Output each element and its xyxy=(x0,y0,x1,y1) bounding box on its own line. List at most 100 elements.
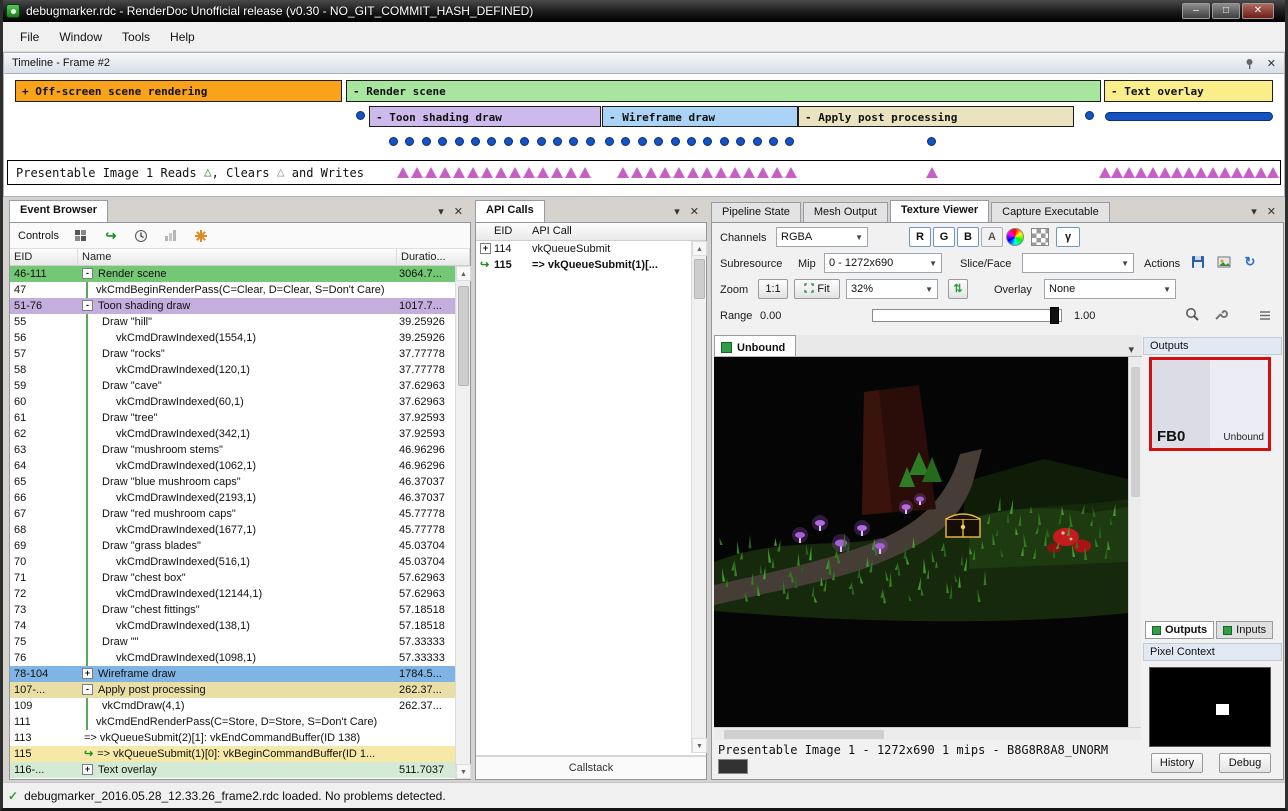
event-row[interactable]: 113=> vkQueueSubmit(2)[1]: vkEndCommandB… xyxy=(10,730,455,746)
usage-triangle[interactable] xyxy=(701,167,713,178)
usage-triangle[interactable] xyxy=(579,167,591,178)
event-row[interactable]: 55Draw "hill"39.25926 xyxy=(10,314,455,330)
tab-mesh-output[interactable]: Mesh Output xyxy=(803,202,888,222)
usage-triangle[interactable] xyxy=(1183,167,1195,178)
usage-triangle[interactable] xyxy=(1171,167,1183,178)
event-row[interactable]: 72vkCmdDrawIndexed(12144,1)57.62963 xyxy=(10,586,455,602)
event-row[interactable]: 59Draw "cave"37.62963 xyxy=(10,378,455,394)
tab-pipeline-state[interactable]: Pipeline State xyxy=(711,202,801,222)
event-dot[interactable] xyxy=(389,137,398,146)
usage-triangle[interactable] xyxy=(1123,167,1135,178)
preview-vertical-scrollbar[interactable] xyxy=(1128,357,1141,727)
event-dot[interactable] xyxy=(720,137,729,146)
event-row[interactable]: 64vkCmdDrawIndexed(1062,1)46.96296 xyxy=(10,458,455,474)
event-dot[interactable] xyxy=(753,137,762,146)
event-row[interactable]: 115↪=> vkQueueSubmit(1)[0]: vkBeginComma… xyxy=(10,746,455,762)
timeline-section[interactable]: + Off-screen scene rendering xyxy=(15,80,342,102)
usage-triangle[interactable] xyxy=(439,167,451,178)
event-row[interactable]: 75Draw ""57.33333 xyxy=(10,634,455,650)
title-bar[interactable]: debugmarker.rdc - RenderDoc Unofficial r… xyxy=(0,0,1288,22)
fb0-thumbnail[interactable]: FB0 Unbound xyxy=(1149,357,1271,451)
overlay-select[interactable]: None▼ xyxy=(1044,279,1176,299)
checkerboard-icon[interactable] xyxy=(1031,228,1049,246)
usage-triangle[interactable] xyxy=(715,167,727,178)
usage-triangle[interactable] xyxy=(926,167,938,178)
preview-dropdown-icon[interactable]: ▾ xyxy=(1128,339,1142,356)
event-row[interactable]: 56vkCmdDrawIndexed(1554,1)39.25926 xyxy=(10,330,455,346)
event-dot[interactable] xyxy=(736,137,745,146)
event-row[interactable]: 111vkCmdEndRenderPass(C=Store, D=Store, … xyxy=(10,714,455,730)
usage-triangle[interactable] xyxy=(1219,167,1231,178)
usage-triangle[interactable] xyxy=(1195,167,1207,178)
usage-triangle[interactable] xyxy=(1159,167,1171,178)
event-dot[interactable] xyxy=(687,137,696,146)
expander-box[interactable]: - xyxy=(82,684,93,695)
scroll-down-icon[interactable]: ▼ xyxy=(692,738,707,753)
usage-triangle[interactable] xyxy=(551,167,563,178)
event-row[interactable]: 51-76-Toon shading draw1017.7... xyxy=(10,298,455,314)
range-slider[interactable] xyxy=(872,309,1062,322)
callstack-section[interactable]: Callstack xyxy=(476,755,706,779)
timeline-section[interactable]: - Wireframe draw xyxy=(602,106,798,127)
channel-a-button[interactable]: A xyxy=(981,227,1003,247)
event-dot[interactable] xyxy=(1085,111,1094,120)
event-row[interactable]: 58vkCmdDrawIndexed(120,1)37.77778 xyxy=(10,362,455,378)
api-calls-menu-icon[interactable]: ▾ xyxy=(674,205,680,218)
column-name[interactable]: Name xyxy=(78,249,397,265)
mip-select[interactable]: 0 - 1272x690▼ xyxy=(824,253,942,273)
usage-triangle[interactable] xyxy=(743,167,755,178)
range-slider-handle[interactable] xyxy=(1050,307,1059,324)
preview-horizontal-scrollbar[interactable] xyxy=(714,727,1141,740)
usage-triangle[interactable] xyxy=(785,167,797,178)
event-dot[interactable] xyxy=(455,137,464,146)
usage-triangle[interactable] xyxy=(617,167,629,178)
flip-y-icon[interactable]: ⇅ xyxy=(948,279,968,299)
timeline-section[interactable]: - Toon shading draw xyxy=(369,106,601,127)
timeline-close-icon[interactable]: ✕ xyxy=(1267,57,1276,70)
event-dot[interactable] xyxy=(671,137,680,146)
event-dot[interactable] xyxy=(638,137,647,146)
event-row[interactable]: 62vkCmdDrawIndexed(342,1)37.92593 xyxy=(10,426,455,442)
event-dot[interactable] xyxy=(520,137,529,146)
menu-item-help[interactable]: Help xyxy=(160,25,205,49)
event-row[interactable]: 57Draw "rocks"37.77778 xyxy=(10,346,455,362)
usage-triangle[interactable] xyxy=(659,167,671,178)
event-row[interactable]: 61Draw "tree"37.92593 xyxy=(10,410,455,426)
api-call-row[interactable]: ↪115=> vkQueueSubmit(1)[... xyxy=(476,257,691,273)
event-row[interactable]: 73Draw "chest fittings"57.18518 xyxy=(10,602,455,618)
event-dot[interactable] xyxy=(537,137,546,146)
event-row[interactable]: 60vkCmdDrawIndexed(60,1)37.62963 xyxy=(10,394,455,410)
event-row[interactable]: 74vkCmdDrawIndexed(138,1)57.18518 xyxy=(10,618,455,634)
event-row[interactable]: 70vkCmdDrawIndexed(516,1)45.03704 xyxy=(10,554,455,570)
tab-event-browser[interactable]: Event Browser xyxy=(9,200,108,222)
usage-triangle[interactable] xyxy=(425,167,437,178)
usage-triangle[interactable] xyxy=(687,167,699,178)
usage-triangle[interactable] xyxy=(1099,167,1111,178)
usage-triangle[interactable] xyxy=(729,167,741,178)
event-dot[interactable] xyxy=(553,137,562,146)
api-call-row[interactable]: +114vkQueueSubmit xyxy=(476,241,691,257)
usage-triangle[interactable] xyxy=(453,167,465,178)
menu-item-tools[interactable]: Tools xyxy=(112,25,160,49)
bookmark-icon[interactable] xyxy=(193,228,209,244)
usage-triangle[interactable] xyxy=(495,167,507,178)
event-row[interactable]: 46-111-Render scene3064.7... xyxy=(10,266,455,282)
event-browser-column-header[interactable]: EID Name Duratio... xyxy=(10,249,470,266)
minimize-button[interactable]: – xyxy=(1182,3,1210,19)
usage-triangle[interactable] xyxy=(631,167,643,178)
pixel-context-view[interactable] xyxy=(1149,667,1271,747)
debug-button[interactable]: Debug xyxy=(1219,753,1271,773)
texture-image[interactable] xyxy=(714,357,1128,727)
event-browser-close-icon[interactable]: ✕ xyxy=(454,205,463,218)
event-dot[interactable] xyxy=(703,137,712,146)
timeline-section[interactable]: - Apply post processing xyxy=(798,106,1074,127)
event-dot[interactable] xyxy=(422,137,431,146)
event-dot[interactable] xyxy=(438,137,447,146)
close-button[interactable]: ✕ xyxy=(1242,3,1274,19)
scroll-up-icon[interactable]: ▲ xyxy=(456,266,471,281)
api-calls-close-icon[interactable]: ✕ xyxy=(690,205,699,218)
gamma-button[interactable]: γ xyxy=(1056,227,1080,247)
event-dot[interactable] xyxy=(504,137,513,146)
usage-triangle[interactable] xyxy=(1243,167,1255,178)
usage-triangle[interactable] xyxy=(1207,167,1219,178)
